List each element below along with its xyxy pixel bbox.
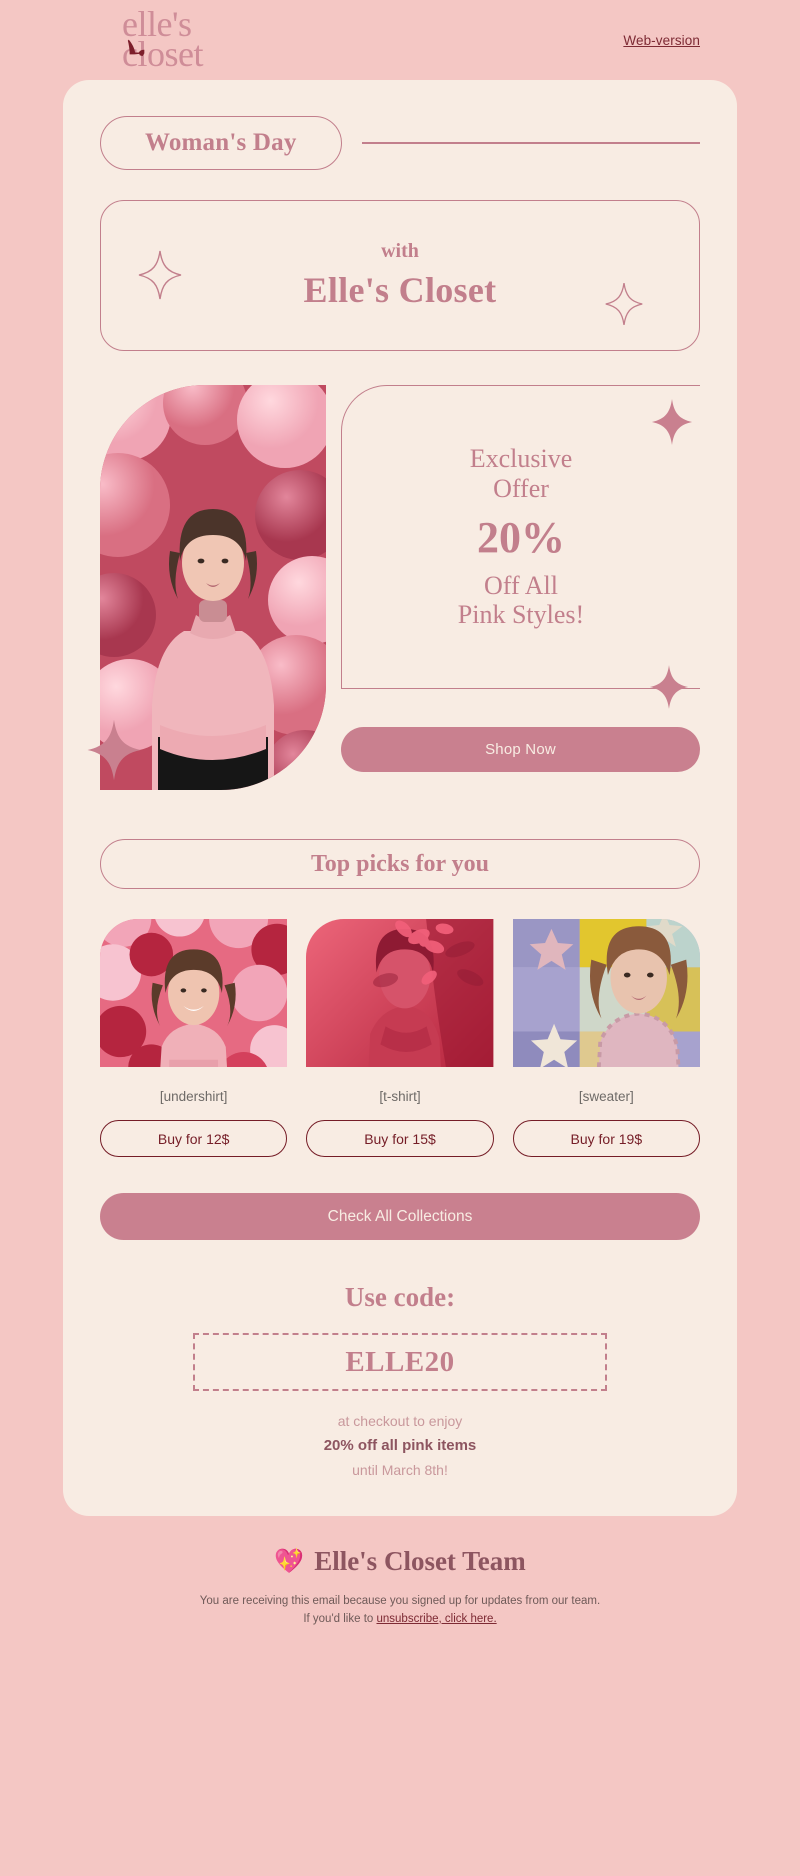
offer-section: Exclusive Offer 20% Off All Pink Styles!… — [63, 385, 737, 795]
promo-title: Use code: — [344, 1282, 456, 1312]
buy-button[interactable]: Buy for 19$ — [512, 1120, 700, 1157]
email-footer: 💖 Elle's Closet Team You are receiving t… — [0, 1516, 800, 1655]
promo-code-box[interactable]: ELLE20 — [193, 1333, 607, 1391]
shop-now-button[interactable]: Shop Now — [341, 727, 700, 772]
footer-fine-line-1: You are receiving this email because you… — [199, 1595, 601, 1607]
top-picks-title: Top picks for you — [100, 839, 700, 889]
logo-line-2: closet — [122, 34, 203, 74]
product-card: [t-shirt] Buy for 15$ — [306, 919, 494, 1157]
check-all-collections-button[interactable]: Check All Collections — [100, 1193, 700, 1240]
womans-day-row: Woman's Day — [63, 116, 737, 170]
womans-day-badge: Woman's Day — [100, 116, 342, 170]
product-photo — [512, 919, 700, 1067]
web-version-link[interactable]: Web-version — [623, 33, 700, 48]
four-point-star-icon — [651, 399, 693, 445]
product-card: [undershirt] Buy for 12$ — [100, 919, 288, 1157]
hero-with-text: with — [381, 240, 419, 262]
footer-team-row: 💖 Elle's Closet Team — [90, 1546, 710, 1577]
offer-line-4: Pink Styles! — [457, 600, 585, 630]
brand-logo[interactable]: elle's closet — [100, 7, 203, 74]
promo-section: Use code: ELLE20 at checkout to enjoy 20… — [63, 1282, 737, 1478]
product-grid: [undershirt] Buy for 12$ [t-shirt] Buy f… — [63, 919, 737, 1157]
product-label: [undershirt] — [159, 1089, 228, 1104]
hero-brand-text: Elle's Closet — [303, 270, 497, 310]
buy-button[interactable]: Buy for 12$ — [100, 1120, 288, 1157]
horizontal-rule — [361, 142, 700, 144]
product-label: [sweater] — [578, 1089, 634, 1104]
offer-line-3: Off All — [484, 570, 558, 600]
four-point-star-icon — [605, 283, 643, 325]
promo-subtext-1: at checkout to enjoy — [337, 1413, 463, 1429]
promo-code: ELLE20 — [345, 1345, 455, 1378]
hero-title-box: with Elle's Closet — [100, 200, 700, 351]
promo-subtext-3: until March 8th! — [352, 1462, 448, 1478]
product-photo — [306, 919, 494, 1067]
footer-fine-line-2: If you'd like to unsubscribe, click here… — [90, 1611, 710, 1629]
product-card: [sweater] Buy for 19$ — [512, 919, 700, 1157]
product-label: [t-shirt] — [379, 1089, 421, 1104]
offer-percent: 20% — [477, 512, 565, 562]
offer-line-2: Offer — [493, 473, 549, 503]
product-photo — [100, 919, 288, 1067]
four-point-star-icon — [649, 665, 689, 709]
offer-line-1: Exclusive — [469, 444, 573, 474]
sparkling-heart-icon: 💖 — [274, 1549, 305, 1575]
offer-box: Exclusive Offer 20% Off All Pink Styles! — [341, 385, 700, 689]
email-header: elle's closet Web-version — [0, 0, 800, 80]
footer-team-name: Elle's Closet Team — [314, 1546, 526, 1576]
email-body-card: Woman's Day with Elle's Closet Exclusive… — [63, 80, 737, 1516]
email-page: elle's closet Web-version Woman's Day wi… — [0, 0, 800, 1876]
footer-fine-print: You are receiving this email because you… — [90, 1593, 710, 1629]
offer-column: Exclusive Offer 20% Off All Pink Styles!… — [341, 385, 700, 772]
four-point-star-icon — [87, 719, 141, 781]
four-point-star-icon — [138, 250, 182, 300]
promo-subtext-2: 20% off all pink items — [323, 1437, 477, 1454]
buy-button[interactable]: Buy for 15$ — [306, 1120, 494, 1157]
unsubscribe-link[interactable]: unsubscribe, click here. — [376, 1613, 496, 1625]
footer-fine-prefix: If you'd like to — [303, 1612, 377, 1625]
